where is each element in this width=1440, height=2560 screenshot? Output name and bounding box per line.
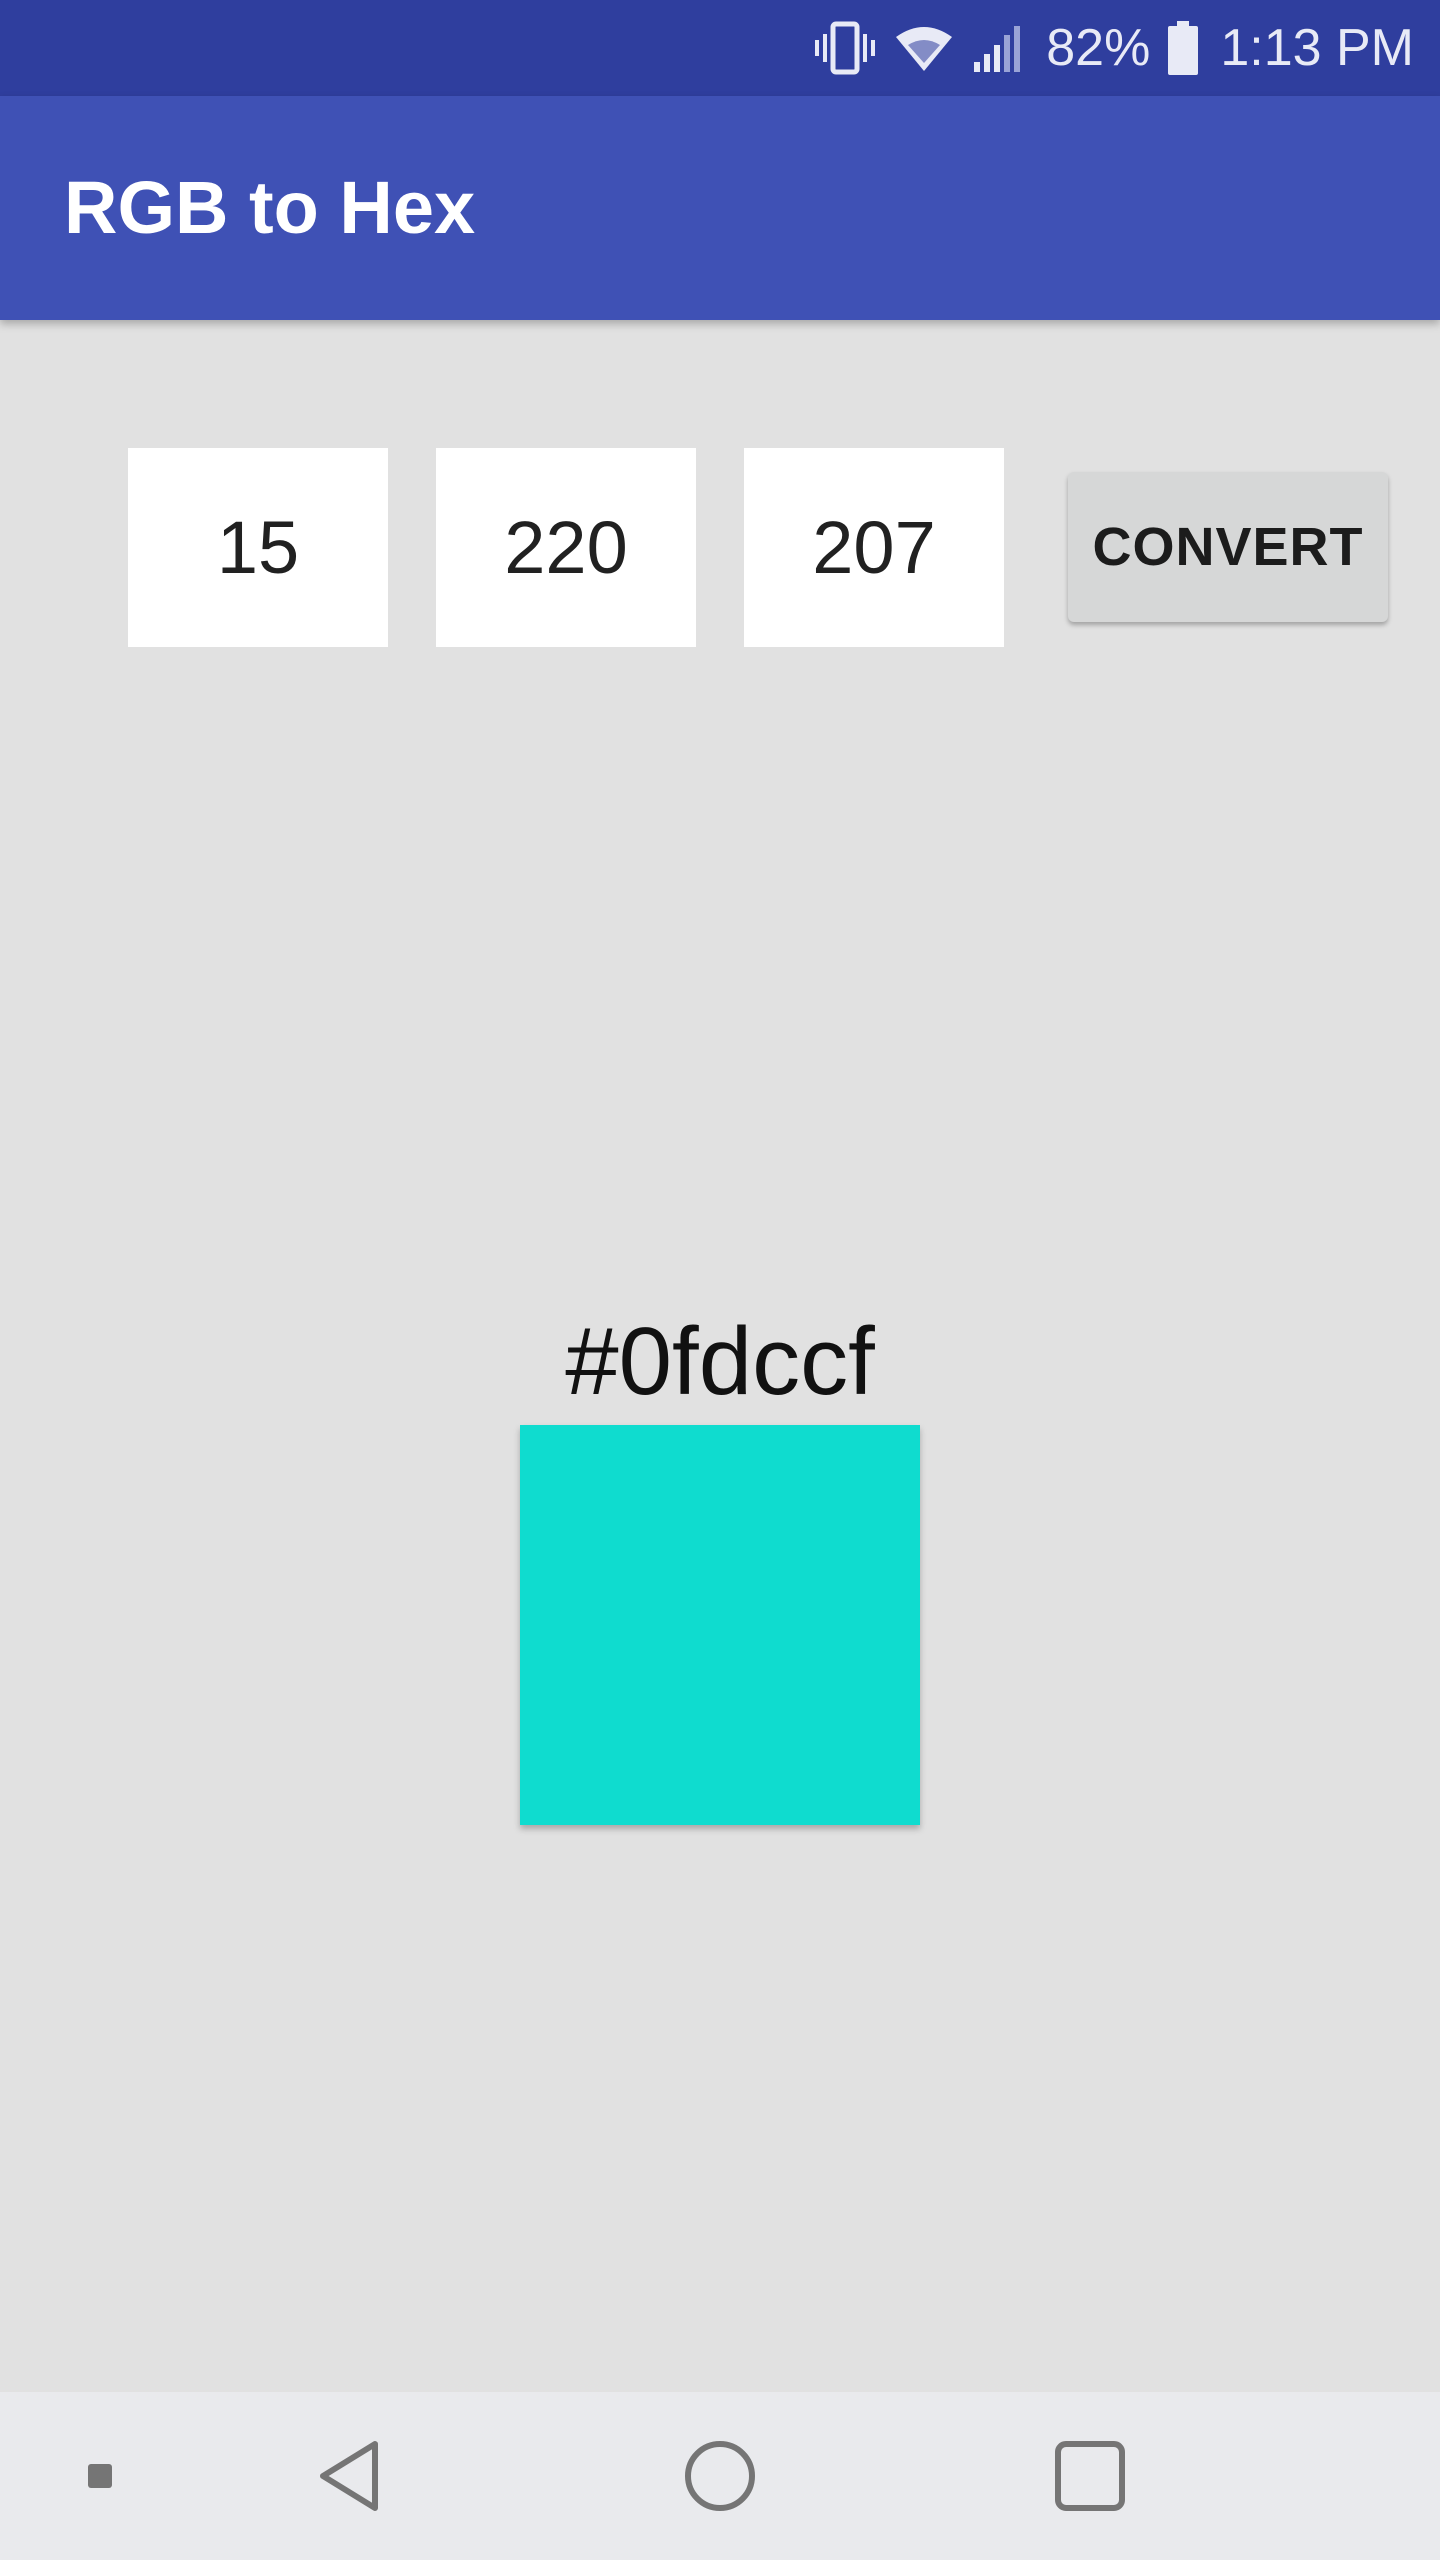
- home-icon[interactable]: [660, 2392, 780, 2560]
- app-bar: RGB to Hex: [0, 96, 1440, 320]
- blue-input[interactable]: [744, 448, 1004, 647]
- nav-bar: [0, 2392, 1440, 2560]
- red-input[interactable]: [128, 448, 388, 647]
- vibrate-icon: [814, 20, 876, 76]
- app-title: RGB to Hex: [64, 166, 476, 249]
- wifi-icon: [894, 23, 954, 73]
- green-input[interactable]: [436, 448, 696, 647]
- dot-icon[interactable]: [60, 2392, 140, 2560]
- status-bar: 82% 1:13 PM: [0, 0, 1440, 96]
- color-swatch: [520, 1425, 920, 1825]
- convert-button[interactable]: CONVERT: [1068, 472, 1388, 622]
- screen: 82% 1:13 PM RGB to Hex CONVERT #0fdccf: [0, 0, 1440, 2560]
- back-icon[interactable]: [290, 2392, 410, 2560]
- battery-icon: [1168, 21, 1199, 75]
- hex-output: #0fdccf: [565, 1308, 875, 1415]
- battery-percent: 82%: [1046, 19, 1151, 77]
- signal-icon: [972, 24, 1024, 72]
- recents-icon[interactable]: [1030, 2392, 1150, 2560]
- status-icons: 82% 1:13 PM: [814, 0, 1414, 96]
- clock: 1:13 PM: [1220, 19, 1414, 77]
